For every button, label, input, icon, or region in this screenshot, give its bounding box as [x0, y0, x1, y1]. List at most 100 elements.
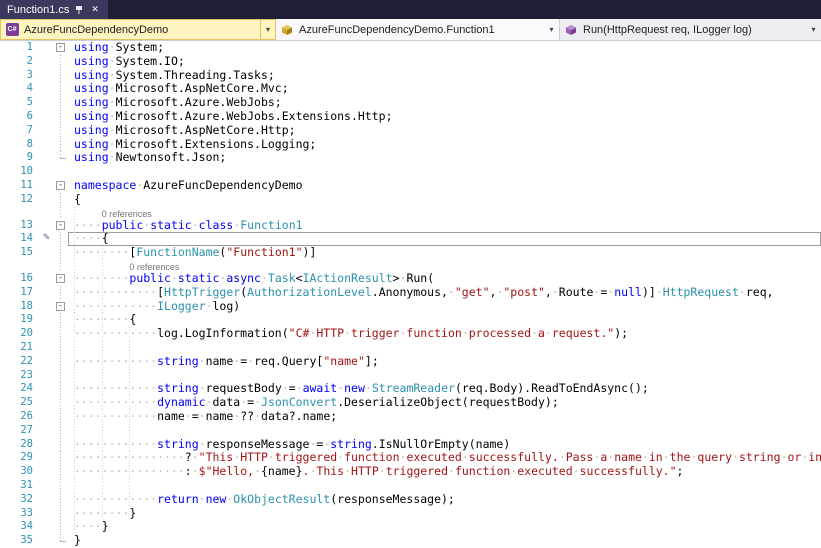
code-line[interactable]: 12 { — [0, 192, 821, 207]
outlining-margin — [53, 165, 68, 179]
code-line[interactable]: 29 ················?·"This·HTTP·triggered… — [0, 451, 821, 466]
code-text[interactable]: 0 references — [68, 206, 821, 219]
code-line[interactable]: 22 ············string·name·=·req.Query["n… — [0, 354, 821, 369]
code-text[interactable]: ········[FunctionName("Function1")] — [68, 246, 821, 260]
code-line[interactable]: 14 ✎ ····{ — [0, 232, 821, 247]
code-text[interactable]: using·Microsoft.AspNetCore.Http; — [68, 124, 821, 138]
code-text[interactable]: ············return·new·OkObjectResult(re… — [68, 492, 821, 507]
code-line[interactable]: 4 using·Microsoft.AspNetCore.Mvc; — [0, 82, 821, 96]
member-dropdown[interactable]: Run(HttpRequest req, ILogger log) ▾ — [560, 19, 821, 40]
code-line[interactable]: 26 ············name·=·name·??·data?.name; — [0, 409, 821, 424]
outlining-margin[interactable]: - — [53, 272, 68, 286]
code-text[interactable] — [68, 423, 821, 438]
code-text[interactable]: ············string·responseMessage·=·str… — [68, 437, 821, 452]
fold-collapse-icon[interactable]: - — [56, 274, 65, 284]
code-line[interactable]: 31 — [0, 478, 821, 493]
code-text[interactable]: using·System.Threading.Tasks; — [68, 69, 821, 83]
outlining-margin[interactable]: - — [53, 41, 68, 55]
outlining-margin — [53, 423, 68, 438]
code-text[interactable]: using·Microsoft.Extensions.Logging; — [68, 138, 821, 152]
code-line[interactable]: 28 ············string·responseMessage·=·s… — [0, 437, 821, 452]
code-text[interactable]: using·Newtonsoft.Json; — [68, 151, 821, 165]
code-line[interactable]: 1 - using·System; — [0, 41, 821, 55]
pin-icon[interactable] — [75, 5, 83, 15]
edit-pencil-icon: ✎ — [42, 233, 51, 244]
code-text[interactable]: ········{ — [68, 313, 821, 328]
codelens-references[interactable]: 0 references — [102, 209, 152, 219]
code-line[interactable]: 17 ············[HttpTrigger(Authorization… — [0, 285, 821, 300]
code-text[interactable]: using·Microsoft.Azure.WebJobs; — [68, 96, 821, 110]
code-text[interactable] — [68, 368, 821, 383]
code-text[interactable]: ········public·static·async·Task<IAction… — [68, 271, 821, 286]
code-line[interactable]: 7 using·Microsoft.AspNetCore.Http; — [0, 123, 821, 138]
code-line[interactable]: 15 ········[FunctionName("Function1")] — [0, 246, 821, 260]
code-line[interactable]: 30 ················:·$"Hello,·{name}.·Thi… — [0, 465, 821, 479]
code-text[interactable]: using·Microsoft.Azure.WebJobs.Extensions… — [68, 110, 821, 124]
code-text[interactable]: ····} — [68, 520, 821, 535]
code-text[interactable] — [68, 478, 821, 493]
code-line[interactable]: 35} — [0, 534, 821, 548]
code-text[interactable]: using·System.IO; — [68, 55, 821, 69]
code-text[interactable]: ········} — [68, 506, 821, 521]
code-text[interactable]: { — [68, 193, 821, 207]
codelens-references[interactable]: 0 references — [129, 262, 179, 272]
line-number: 17 — [20, 285, 33, 298]
fold-collapse-icon[interactable]: - — [56, 181, 65, 191]
type-dropdown[interactable]: AzureFuncDependencyDemo.Function1 ▾ — [276, 19, 560, 40]
code-line[interactable]: 5 using·Microsoft.Azure.WebJobs; — [0, 96, 821, 110]
outlining-margin[interactable]: - — [53, 179, 68, 193]
code-text[interactable] — [68, 165, 821, 179]
code-text[interactable]: ················:·$"Hello,·{name}.·This·… — [68, 465, 821, 479]
fold-collapse-icon[interactable]: - — [56, 220, 65, 230]
chevron-down-icon[interactable]: ▾ — [806, 25, 821, 34]
code-text[interactable]: ············[HttpTrigger(AuthorizationLe… — [68, 285, 821, 300]
code-line[interactable]: 13 - ····public·static·class·Function1 — [0, 218, 821, 233]
code-text[interactable]: ············ILogger·log) — [68, 299, 821, 314]
code-text[interactable]: ············string·name·=·req.Query["nam… — [68, 354, 821, 369]
code-line[interactable]: 10 — [0, 165, 821, 179]
code-line[interactable]: 24 ············string·requestBody·=·await… — [0, 382, 821, 397]
codelens-row[interactable]: 0 references — [0, 259, 821, 272]
fold-collapse-icon[interactable]: - — [56, 301, 65, 311]
fold-collapse-icon[interactable]: - — [56, 43, 65, 53]
code-text[interactable]: using·Microsoft.AspNetCore.Mvc; — [68, 82, 821, 96]
project-dropdown[interactable]: C# AzureFuncDependencyDemo ▾ — [0, 19, 276, 40]
tab-function1[interactable]: Function1.cs ✕ — [0, 0, 108, 19]
code-line[interactable]: 3 using·System.Threading.Tasks; — [0, 68, 821, 83]
code-line[interactable]: 20 ············log.LogInformation("C#·HTT… — [0, 327, 821, 341]
code-text[interactable]: namespace·AzureFuncDependencyDemo — [68, 179, 821, 193]
code-text[interactable]: } — [68, 534, 821, 548]
chevron-down-icon[interactable]: ▾ — [544, 25, 559, 34]
code-line[interactable]: 2 using·System.IO; — [0, 54, 821, 69]
code-line[interactable]: 18 - ············ILogger·log) — [0, 299, 821, 314]
code-line[interactable]: 16 - ········public·static·async·Task<IAct… — [0, 271, 821, 286]
code-line[interactable]: 23 — [0, 368, 821, 383]
code-line[interactable]: 6 using·Microsoft.Azure.WebJobs.Extension… — [0, 109, 821, 124]
code-text[interactable]: ················?·"This·HTTP·triggered·f… — [68, 451, 821, 466]
code-editor[interactable]: 1- using·System; 2 using·System.IO; 3 using·S… — [0, 41, 821, 548]
code-text[interactable]: 0 references — [68, 259, 821, 272]
code-line[interactable]: 8 using·Microsoft.Extensions.Logging; — [0, 137, 821, 152]
chevron-down-icon[interactable]: ▾ — [260, 20, 275, 39]
code-line[interactable]: 9 using·Newtonsoft.Json; — [0, 151, 821, 165]
codelens-row[interactable]: 0 references — [0, 206, 821, 219]
code-text[interactable]: using·System; — [68, 41, 821, 55]
code-text[interactable]: ············name·=·name·??·data?.name; — [68, 409, 821, 424]
code-text[interactable]: ············dynamic·data·=·JsonConvert.D… — [68, 396, 821, 410]
code-line[interactable]: 33 ········} — [0, 506, 821, 521]
code-line[interactable]: 21 — [0, 340, 821, 355]
outlining-margin[interactable]: - — [53, 219, 68, 233]
code-line[interactable]: 27 — [0, 423, 821, 438]
code-line[interactable]: 25 ············dynamic·data·=·JsonConvert… — [0, 396, 821, 410]
code-text[interactable]: ············string·requestBody·=·await·n… — [68, 382, 821, 397]
code-line[interactable]: 34 ····} — [0, 520, 821, 535]
code-text[interactable]: ············log.LogInformation("C#·HTTP·… — [68, 327, 821, 341]
code-line[interactable]: 32 ············return·new·OkObjectResult(… — [0, 492, 821, 507]
code-line[interactable]: 19 ········{ — [0, 313, 821, 328]
code-text[interactable]: ····{ — [68, 232, 821, 247]
code-text[interactable] — [68, 340, 821, 355]
code-text[interactable]: ····public·static·class·Function1 — [68, 218, 821, 233]
outlining-margin[interactable]: - — [53, 300, 68, 314]
code-line[interactable]: 11 - namespace·AzureFuncDependencyDemo — [0, 179, 821, 193]
close-icon[interactable]: ✕ — [89, 4, 101, 15]
